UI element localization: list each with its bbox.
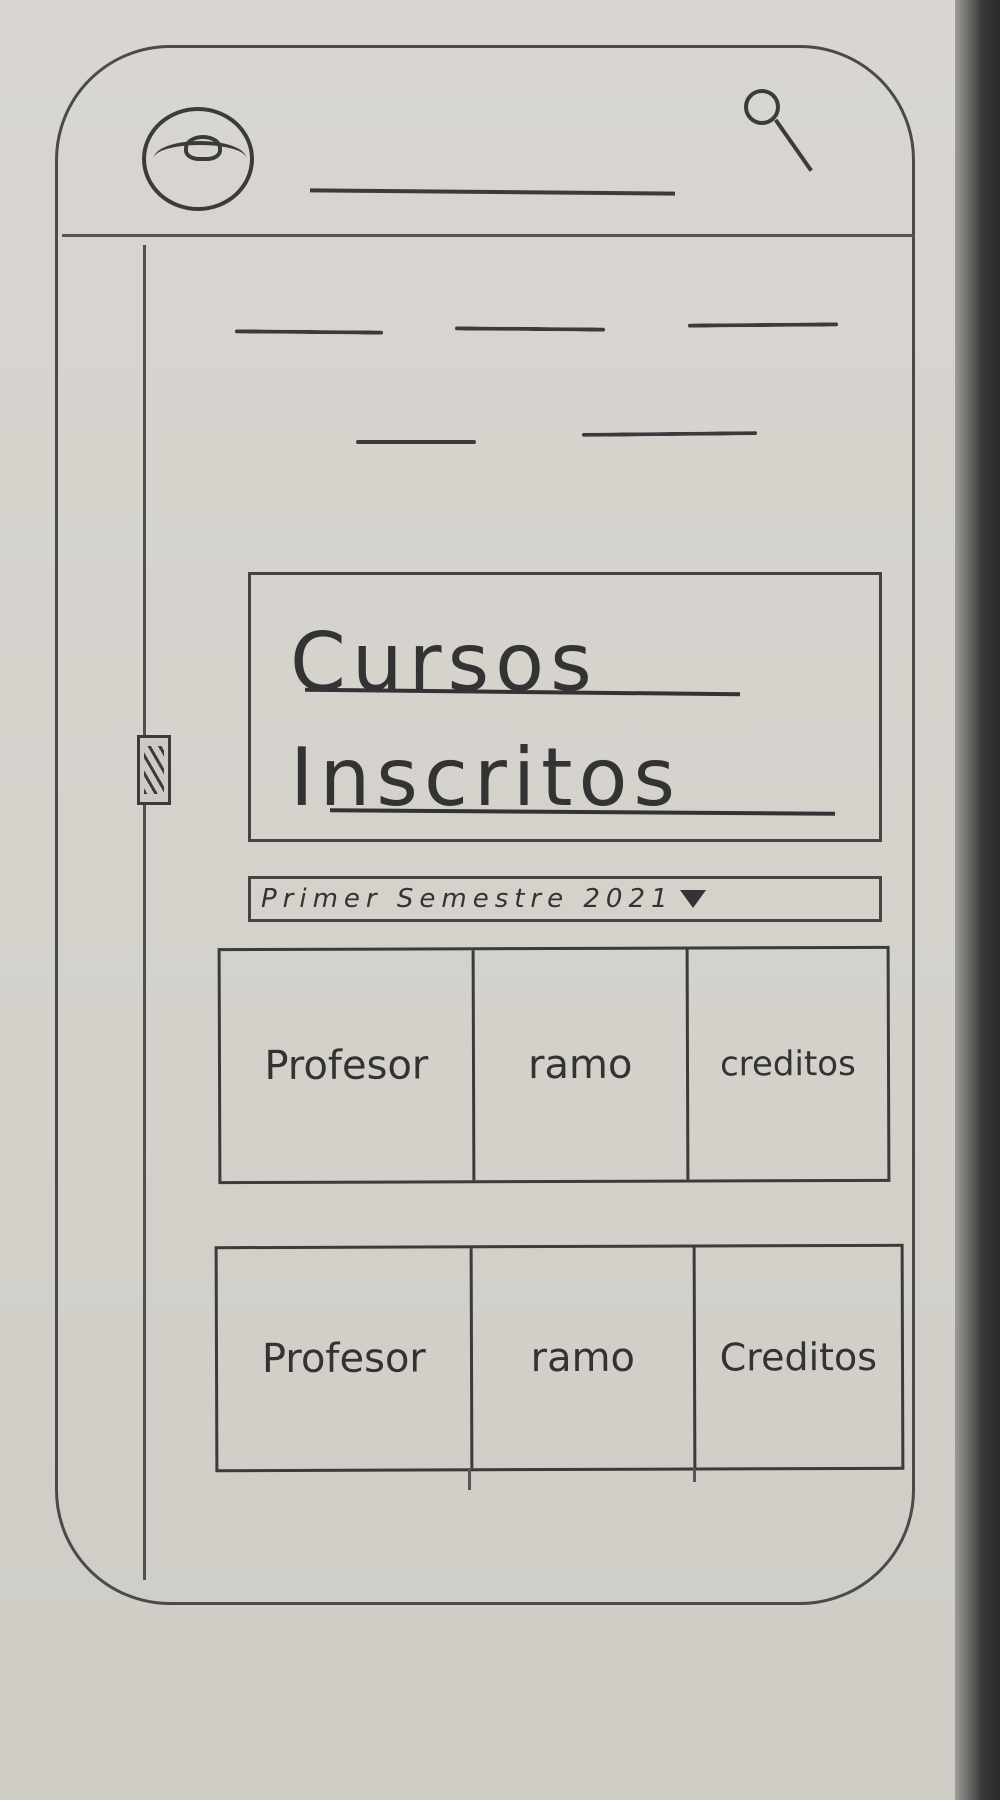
course-profesor: Profesor [264, 1042, 429, 1090]
row-divider-stub [693, 1468, 696, 1482]
row-divider-stub [468, 1468, 471, 1490]
paper-edge-shadow [955, 0, 1000, 1800]
user-avatar-icon[interactable] [142, 107, 254, 211]
semester-select-value: Primer Semestre 2021 [261, 884, 674, 914]
search-icon[interactable] [740, 85, 813, 185]
course-creditos: creditos [685, 948, 888, 1180]
nav-item-4[interactable] [356, 440, 476, 444]
page-title: Cursos Inscritos [290, 616, 682, 824]
course-ramo: ramo [471, 949, 687, 1181]
course-row[interactable]: Profesor ramo Creditos [214, 1243, 905, 1473]
scroll-handle[interactable] [137, 735, 171, 805]
course-profesor: Profesor [261, 1335, 426, 1383]
header-divider [62, 234, 914, 237]
course-ramo: ramo [469, 1247, 694, 1469]
sidebar-divider [143, 245, 146, 1580]
chevron-down-icon[interactable] [679, 890, 706, 908]
course-creditos: Creditos [692, 1246, 902, 1468]
course-row[interactable]: Profesor ramo creditos [217, 945, 891, 1185]
semester-select[interactable]: Primer Semestre 2021 [248, 876, 882, 922]
